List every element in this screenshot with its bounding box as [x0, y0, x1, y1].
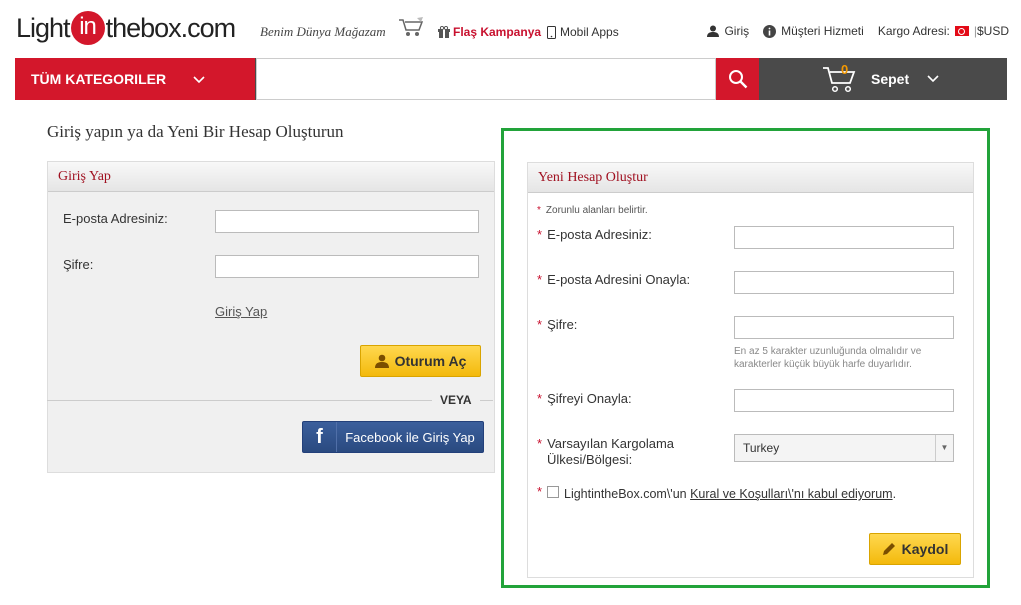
login-label: Giriş [724, 24, 750, 38]
main-navbar: TÜM KATEGORILER 0 Sepet [15, 58, 1007, 100]
chevron-down-icon [193, 58, 205, 100]
mobile-apps-link[interactable]: Mobil Apps [547, 25, 619, 39]
cart-icon-wrap: 0 [821, 62, 859, 94]
login-link[interactable]: Giriş [707, 24, 749, 38]
register-password-confirm-text: Şifreyi Onayla: [547, 391, 632, 406]
categories-label: TÜM KATEGORILER [31, 71, 167, 87]
terms-suffix: . [892, 487, 897, 501]
login-button-label: Oturum Aç [394, 353, 467, 369]
facebook-label: Facebook ile Giriş Yap [345, 429, 475, 445]
register-email-label: * E-posta Adresiniz: [537, 227, 652, 242]
cart-label: Sepet [871, 71, 910, 87]
country-label: * Varsayılan Kargolama Ülkesi/Bölgesi: [537, 436, 674, 467]
top-links: Giriş Müşteri Hizmeti Kargo Adresi: | $US… [707, 24, 1009, 38]
search-icon [728, 70, 747, 89]
divider [47, 400, 432, 401]
top-header: Light in thebox.com Benim Dünya Mağazam … [0, 0, 1021, 58]
logo-in: in [70, 11, 105, 45]
support-label: Müşteri Hizmeti [781, 24, 864, 38]
country-value: Turkey [743, 441, 780, 455]
register-button[interactable]: Kaydol [869, 533, 961, 565]
register-email-input[interactable] [734, 226, 954, 249]
all-categories-button[interactable]: TÜM KATEGORILER [15, 58, 255, 100]
search-button[interactable] [716, 58, 759, 100]
caret-down-icon: ▼ [935, 435, 953, 461]
pencil-icon [882, 543, 895, 555]
password-hint: En az 5 karakter uzunluğunda olmalıdır v… [734, 346, 922, 370]
terms-text: LightintheBox.com\'un Kural ve Koşulları… [564, 487, 896, 501]
chevron-down-icon [927, 75, 939, 83]
facebook-login-button[interactable]: f Facebook ile Giriş Yap [302, 421, 484, 453]
terms-prefix: LightintheBox.com\'un [564, 487, 691, 501]
register-email-confirm-input[interactable] [734, 271, 954, 294]
country-select[interactable]: Turkey ▼ [734, 434, 954, 462]
user-icon [374, 354, 389, 368]
cart-button[interactable]: 0 Sepet [821, 62, 939, 94]
register-panel-title: Yeni Hesap Oluştur [528, 163, 973, 193]
facebook-icon: f [303, 422, 337, 452]
country-label-line2: Ülkesi/Bölgesi: [547, 452, 633, 467]
mobile-label: Mobil Apps [560, 25, 619, 39]
terms-link[interactable]: Kural ve Koşulları\'nı kabul ediyorum [690, 487, 892, 501]
login-button[interactable]: Oturum Aç [360, 345, 481, 377]
cart-icon [823, 67, 856, 93]
register-email-text: E-posta Adresiniz: [547, 227, 652, 242]
register-password-confirm-input[interactable] [734, 389, 954, 412]
divider [480, 400, 493, 401]
slogan: Benim Dünya Mağazam [260, 24, 386, 39]
mobile-icon [547, 25, 556, 39]
login-email-label: E-posta Adresiniz: [63, 211, 168, 226]
register-email-confirm-text: E-posta Adresini Onayla: [547, 272, 691, 287]
flash-label: Flaş Kampanya [453, 25, 542, 39]
terms-star: * [537, 484, 543, 499]
support-link[interactable]: Müşteri Hizmeti [763, 24, 864, 38]
page-title: Giriş yapın ya da Yeni Bir Hesap Oluştur… [47, 122, 344, 141]
cart-count: 0 [841, 62, 849, 77]
shipping-label: Kargo Adresi: [877, 24, 950, 38]
gift-icon [438, 26, 450, 38]
country-label-line1: Varsayılan Kargolama [547, 436, 674, 451]
turkey-flag-icon [954, 26, 969, 36]
currency: $USD [976, 24, 1009, 38]
login-password-label: Şifre: [63, 257, 94, 272]
login-email-input[interactable] [215, 210, 479, 233]
logo-text-right: thebox.com [105, 12, 237, 43]
register-password-text: Şifre: [547, 317, 578, 332]
shopping-cart-decor-icon [399, 17, 424, 36]
register-password-input[interactable] [734, 316, 954, 339]
required-note: * Zorunlu alanları belirtir. [537, 205, 648, 216]
login-link[interactable]: Giriş Yap [215, 304, 267, 319]
shipping-selector[interactable]: Kargo Adresi: | $USD [878, 24, 1009, 38]
login-panel-title: Giriş Yap [48, 162, 494, 192]
register-button-label: Kaydol [901, 541, 949, 557]
info-icon [763, 24, 777, 38]
user-icon [707, 25, 720, 37]
site-logo[interactable]: Light in thebox.com [16, 11, 237, 45]
login-password-input[interactable] [215, 255, 479, 278]
register-email-confirm-label: * E-posta Adresini Onayla: [537, 272, 691, 287]
flash-sale-link[interactable]: Flaş Kampanya [438, 25, 541, 39]
register-password-confirm-label: * Şifreyi Onayla: [537, 391, 632, 406]
register-password-label: * Şifre: [537, 317, 578, 332]
terms-checkbox[interactable] [547, 486, 559, 498]
required-note-text: Zorunlu alanları belirtir. [545, 205, 648, 216]
or-separator: VEYA [440, 393, 472, 407]
logo-text-left: Light [16, 12, 71, 43]
search-input[interactable] [256, 58, 716, 100]
